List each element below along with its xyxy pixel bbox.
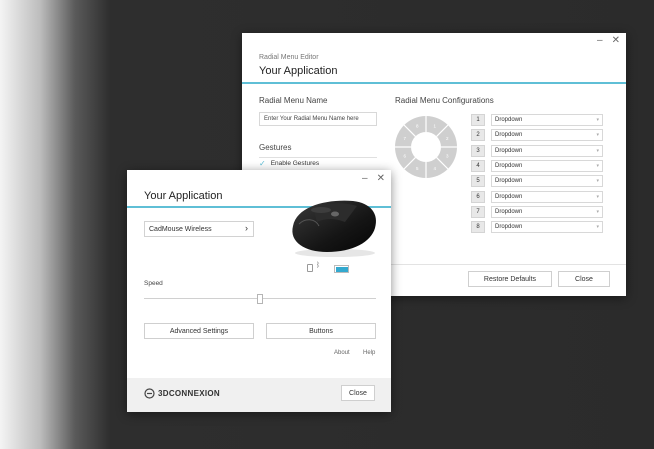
brand-logo: 3DCONNEXION [144, 388, 220, 399]
title-divider [242, 82, 626, 84]
slot-dropdown[interactable]: Dropdown ▾ [491, 175, 603, 188]
help-link[interactable]: Help [363, 350, 375, 356]
enable-gestures-checkbox[interactable]: ✓ Enable Gestures [259, 159, 319, 168]
chevron-down-icon: ▾ [596, 147, 599, 154]
minimize-button[interactable]: – [362, 174, 368, 184]
radial-configs-label: Radial Menu Configurations [395, 96, 494, 105]
slot-number: 8 [471, 221, 485, 234]
chevron-down-icon: ▾ [596, 162, 599, 169]
restore-defaults-button[interactable]: Restore Defaults [468, 271, 552, 287]
configuration-row: 5 Dropdown ▾ [471, 175, 603, 188]
slot-dropdown[interactable]: Dropdown ▾ [491, 129, 603, 142]
gestures-label: Gestures [259, 143, 292, 152]
slot-dropdown-value: Dropdown [495, 224, 523, 231]
app-close-button[interactable]: Close [341, 385, 375, 401]
chevron-down-icon: ▾ [596, 178, 599, 185]
slot-number: 2 [471, 129, 485, 142]
configuration-row: 7 Dropdown ▾ [471, 205, 603, 218]
speed-label: Speed [144, 280, 163, 287]
slot-dropdown[interactable]: Dropdown ▾ [491, 159, 603, 172]
slot-number: 1 [471, 114, 485, 126]
chevron-down-icon: ▾ [596, 193, 599, 200]
slot-number: 4 [471, 159, 485, 172]
slot-dropdown-value: Dropdown [495, 162, 523, 169]
battery-icon [334, 265, 349, 273]
slot-dropdown[interactable]: Dropdown ▾ [491, 114, 603, 126]
slot-dropdown[interactable]: Dropdown ▾ [491, 205, 603, 218]
radial-menu-wheel[interactable]: 12345678 [392, 113, 460, 181]
advanced-settings-button[interactable]: Advanced Settings [144, 323, 254, 339]
window-title: Your Application [259, 65, 338, 77]
bluetooth-icon: ᛒ [316, 262, 321, 269]
configuration-row: 1 Dropdown ▾ [471, 114, 603, 126]
slot-dropdown-value: Dropdown [495, 132, 523, 139]
chevron-down-icon: ▾ [596, 117, 599, 123]
close-window-button[interactable]: ✕ [612, 36, 620, 46]
slot-dropdown[interactable]: Dropdown ▾ [491, 221, 603, 234]
slot-dropdown-value: Dropdown [495, 117, 523, 123]
application-window: – ✕ Your Application CadMouse Wireless ›… [127, 170, 391, 412]
configuration-row: 4 Dropdown ▾ [471, 159, 603, 172]
cadmouse-image [292, 200, 377, 257]
window-title: Your Application [144, 190, 223, 202]
checkmark-icon: ✓ [259, 159, 266, 168]
chevron-right-icon: › [245, 223, 248, 233]
slot-dropdown[interactable]: Dropdown ▾ [491, 190, 603, 203]
configuration-row: 8 Dropdown ▾ [471, 221, 603, 234]
slot-dropdown-value: Dropdown [495, 178, 523, 185]
close-window-button[interactable]: ✕ [377, 174, 385, 184]
configuration-row: 6 Dropdown ▾ [471, 190, 603, 203]
speed-slider-thumb[interactable] [257, 294, 263, 304]
configuration-row: 2 Dropdown ▾ [471, 129, 603, 142]
chevron-down-icon: ▾ [596, 224, 599, 231]
device-select[interactable]: CadMouse Wireless › [144, 221, 254, 237]
slot-dropdown-value: Dropdown [495, 147, 523, 154]
slot-dropdown-value: Dropdown [495, 208, 523, 215]
3dconnexion-logo-icon [144, 388, 155, 399]
brand-name: 3DCONNEXION [158, 389, 220, 398]
radial-menu-name-label: Radial Menu Name [259, 96, 328, 105]
buttons-button[interactable]: Buttons [266, 323, 376, 339]
chevron-down-icon: ▾ [596, 208, 599, 215]
slot-dropdown-value: Dropdown [495, 193, 523, 200]
slot-dropdown[interactable]: Dropdown ▾ [491, 144, 603, 157]
gestures-divider [259, 157, 377, 158]
usb-receiver-icon [307, 264, 313, 272]
editor-close-button[interactable]: Close [558, 271, 610, 287]
slot-number: 3 [471, 144, 485, 157]
slot-number: 7 [471, 205, 485, 218]
enable-gestures-label: Enable Gestures [270, 160, 320, 167]
device-select-value: CadMouse Wireless [149, 225, 212, 233]
window-subtitle: Radial Menu Editor [259, 54, 319, 61]
chevron-down-icon: ▾ [596, 132, 599, 139]
configuration-row: 3 Dropdown ▾ [471, 144, 603, 157]
minimize-button[interactable]: – [597, 36, 603, 46]
radial-menu-name-input[interactable]: Enter Your Radial Menu Name here [259, 112, 377, 126]
slot-number: 6 [471, 190, 485, 203]
about-link[interactable]: About [334, 350, 350, 356]
slot-number: 5 [471, 175, 485, 188]
